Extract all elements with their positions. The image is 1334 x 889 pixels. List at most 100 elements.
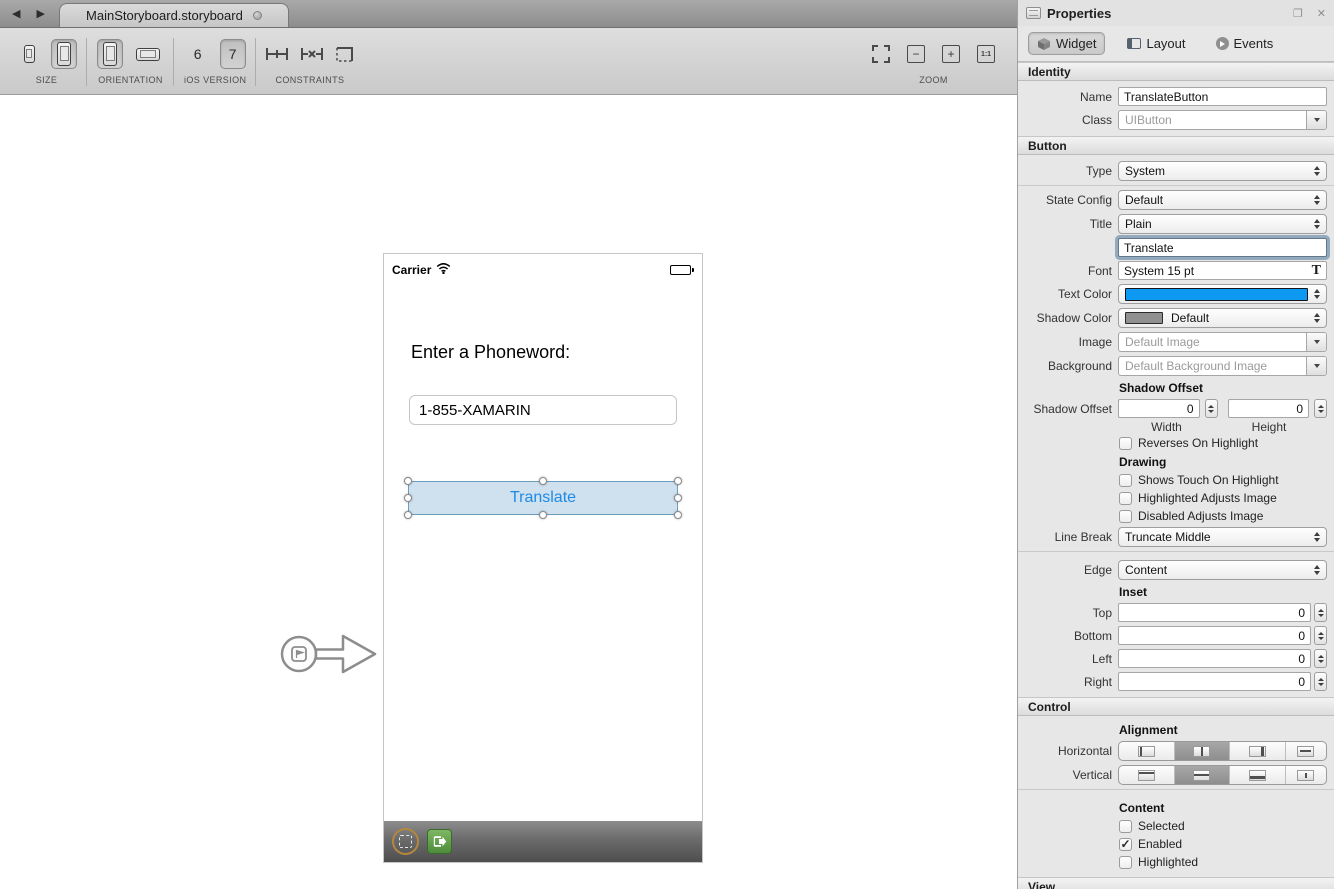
orientation-portrait-button[interactable] <box>97 39 123 69</box>
selected-checkbox[interactable] <box>1119 820 1132 833</box>
section-identity[interactable]: Identity <box>1018 62 1334 81</box>
orientation-landscape-button[interactable] <box>132 39 164 69</box>
font-row: Font System 15 pt T <box>1018 259 1334 282</box>
h-align-fill-segment[interactable] <box>1286 742 1326 760</box>
shadow-width-input[interactable]: 0 <box>1118 399 1200 418</box>
remove-constraint-icon[interactable] <box>301 47 323 61</box>
background-combo[interactable]: Default Background Image <box>1118 356 1327 376</box>
inset-top-input[interactable]: 0 <box>1118 603 1311 622</box>
selection-handle-se[interactable] <box>674 511 682 519</box>
size-iphone4-button[interactable] <box>51 39 77 69</box>
background-dropdown-icon[interactable] <box>1306 357 1326 375</box>
selection-handle-sw[interactable] <box>404 511 412 519</box>
tab-widget[interactable]: Widget <box>1028 32 1105 55</box>
exit-segue-icon[interactable] <box>427 829 452 854</box>
h-align-right-segment[interactable] <box>1230 742 1286 760</box>
translate-button-canvas[interactable]: Translate <box>408 481 678 515</box>
selection-handle-e[interactable] <box>674 494 682 502</box>
dock-panel-icon[interactable]: ❐ <box>1293 7 1303 20</box>
zoom-fit-icon[interactable] <box>872 45 890 63</box>
size-iphone35-button[interactable] <box>16 39 42 69</box>
type-label: Type <box>1018 164 1112 178</box>
inset-right-input[interactable]: 0 <box>1118 672 1311 691</box>
h-align-right-icon <box>1249 746 1266 757</box>
name-label: Name <box>1018 90 1112 104</box>
class-dropdown-icon[interactable] <box>1306 111 1326 129</box>
view-controller-icon[interactable] <box>392 828 419 855</box>
section-control[interactable]: Control <box>1018 697 1334 716</box>
properties-panel: Properties ❐ ✕ Widget Layout Events Iden… <box>1017 0 1334 889</box>
view-controller[interactable]: Carrier Enter a Phoneword: 1-855-XAMARIN… <box>383 253 703 863</box>
disabled-adjusts-checkbox[interactable] <box>1119 510 1132 523</box>
v-align-fill-segment[interactable] <box>1286 766 1326 784</box>
v-align-middle-segment[interactable] <box>1175 766 1231 784</box>
ios6-button[interactable]: 6 <box>185 39 211 69</box>
shadow-color-label: Shadow Color <box>1018 311 1112 325</box>
shadow-width-stepper[interactable] <box>1205 399 1218 418</box>
entry-point-arrow-icon[interactable] <box>279 628 379 685</box>
resize-frame-icon[interactable] <box>336 47 353 62</box>
font-picker-icon[interactable]: T <box>1306 263 1321 279</box>
design-canvas[interactable]: Carrier Enter a Phoneword: 1-855-XAMARIN… <box>0 95 1017 889</box>
section-button[interactable]: Button <box>1018 136 1334 155</box>
tab-mainstoryboard[interactable]: MainStoryboard.storyboard <box>59 3 289 27</box>
tab-events[interactable]: Events <box>1208 33 1282 54</box>
phoneword-prompt-label[interactable]: Enter a Phoneword: <box>411 342 570 363</box>
ios7-button[interactable]: 7 <box>220 39 246 69</box>
image-combo[interactable]: Default Image <box>1118 332 1327 352</box>
v-align-bottom-segment[interactable] <box>1230 766 1286 784</box>
battery-icon <box>670 265 694 275</box>
v-align-top-segment[interactable] <box>1119 766 1175 784</box>
selection-handle-s[interactable] <box>539 511 547 519</box>
reverses-on-highlight-checkbox[interactable] <box>1119 437 1132 450</box>
h-align-left-segment[interactable] <box>1119 742 1175 760</box>
close-panel-icon[interactable]: ✕ <box>1317 7 1326 20</box>
inset-bottom-stepper[interactable] <box>1314 626 1327 645</box>
selection-handle-w[interactable] <box>404 494 412 502</box>
selection-handle-ne[interactable] <box>674 477 682 485</box>
inset-right-stepper[interactable] <box>1314 672 1327 691</box>
shows-touch-checkbox[interactable] <box>1119 474 1132 487</box>
zoom-actual-size-icon[interactable]: 1:1 <box>977 45 995 63</box>
line-break-popup[interactable]: Truncate Middle <box>1118 527 1327 547</box>
font-input[interactable]: System 15 pt T <box>1118 261 1327 280</box>
phoneword-text-field[interactable]: 1-855-XAMARIN <box>409 395 677 425</box>
ios-version-group: 6 7 iOS VERSION <box>174 28 256 94</box>
tab-layout[interactable]: Layout <box>1119 33 1193 54</box>
shadow-color-popup[interactable]: Default <box>1118 308 1327 328</box>
add-constraint-icon[interactable] <box>266 47 288 61</box>
highlighted-adjusts-row: Highlighted Adjusts Image <box>1018 489 1334 507</box>
name-input[interactable]: TranslateButton <box>1118 87 1327 106</box>
highlighted-adjusts-checkbox[interactable] <box>1119 492 1132 505</box>
image-row: Image Default Image <box>1018 330 1334 354</box>
title-text-input[interactable]: Translate <box>1118 238 1327 257</box>
height-label: Height <box>1214 420 1324 434</box>
selection-handle-nw[interactable] <box>404 477 412 485</box>
edge-popup[interactable]: Content <box>1118 560 1327 580</box>
v-align-middle-icon <box>1193 770 1210 781</box>
inset-bottom-input[interactable]: 0 <box>1118 626 1311 645</box>
title-popup[interactable]: Plain <box>1118 214 1327 234</box>
name-row: Name TranslateButton <box>1018 85 1334 108</box>
selection-handle-n[interactable] <box>539 477 547 485</box>
image-dropdown-icon[interactable] <box>1306 333 1326 351</box>
enabled-checkbox[interactable]: ✓ <box>1119 838 1132 851</box>
class-combo[interactable]: UIButton <box>1118 110 1327 130</box>
iphone-small-icon <box>24 45 35 63</box>
zoom-out-icon[interactable]: − <box>907 45 925 63</box>
text-color-popup[interactable] <box>1118 284 1327 304</box>
shadow-height-input[interactable]: 0 <box>1228 399 1310 418</box>
section-view[interactable]: View <box>1018 877 1334 889</box>
shadow-height-stepper[interactable] <box>1314 399 1327 418</box>
inset-left-input[interactable]: 0 <box>1118 649 1311 668</box>
state-config-popup[interactable]: Default <box>1118 190 1327 210</box>
h-align-center-segment[interactable] <box>1175 742 1231 760</box>
inset-top-stepper[interactable] <box>1314 603 1327 622</box>
type-popup[interactable]: System <box>1118 161 1327 181</box>
nav-back-icon[interactable]: ◀ <box>12 9 20 20</box>
title-row: Title Plain <box>1018 212 1334 236</box>
inset-left-stepper[interactable] <box>1314 649 1327 668</box>
highlighted-checkbox[interactable] <box>1119 856 1132 869</box>
zoom-in-icon[interactable]: + <box>942 45 960 63</box>
nav-forward-icon[interactable]: ▶ <box>36 9 44 20</box>
